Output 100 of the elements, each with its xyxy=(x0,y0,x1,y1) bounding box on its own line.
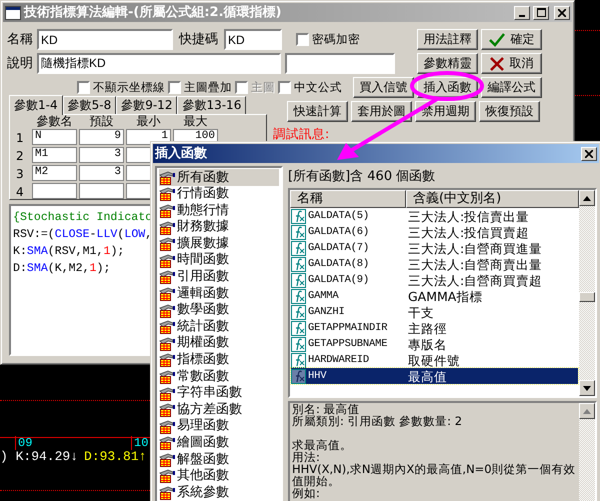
category-item[interactable]: 易理函數 xyxy=(159,418,279,434)
function-row[interactable]: GETAPPMAINDIR 主路徑 xyxy=(291,320,578,336)
function-icon xyxy=(291,304,306,320)
table-icon xyxy=(159,418,176,434)
row-number: 2 xyxy=(16,148,25,163)
category-item[interactable]: 系統參數 xyxy=(159,484,279,501)
maximize-button[interactable] xyxy=(533,6,549,20)
name-field[interactable]: KD xyxy=(37,29,173,50)
category-item[interactable]: 字符串函數 xyxy=(159,384,279,402)
function-icon xyxy=(291,256,306,272)
table-cell[interactable]: 9 xyxy=(79,129,124,145)
table-icon xyxy=(159,485,176,500)
dialog-button[interactable]: 編譯公式 xyxy=(481,77,542,98)
checkbox[interactable]: 主圖疊加 xyxy=(168,80,232,94)
category-item[interactable]: 行情函數 xyxy=(159,186,279,202)
description-line: 求最高值。 xyxy=(292,439,353,451)
checkbox[interactable]: 不顯示坐標線 xyxy=(77,80,165,94)
table-icon xyxy=(159,202,176,218)
description-line: HHV(X,N),求N週期內X的最高值,N=0則從第一個有效值開始。 xyxy=(292,463,577,487)
function-row[interactable]: GALDATA(7) 三大法人:自營商買進量 xyxy=(291,240,578,256)
dialog-button[interactable]: 恢復預設 xyxy=(479,101,540,122)
close-button[interactable] xyxy=(554,6,570,20)
table-icon xyxy=(159,170,176,185)
minimize-button[interactable] xyxy=(514,6,530,20)
table-cell[interactable]: M2 xyxy=(32,165,77,181)
category-item[interactable]: 解盤函數 xyxy=(159,451,279,468)
down-arrow-icon xyxy=(583,386,591,390)
table-icon xyxy=(159,402,176,418)
tab[interactable]: 參數13-16 xyxy=(177,96,246,114)
function-row[interactable]: GALDATA(6) 三大法人:投信買賣超 xyxy=(291,224,578,240)
function-icon xyxy=(291,320,306,336)
table-icon xyxy=(159,220,176,235)
category-item[interactable]: 所有函數 xyxy=(159,169,279,186)
check-icon xyxy=(488,32,504,46)
function-row[interactable]: GANZHI 干支 xyxy=(291,304,578,320)
table-cell[interactable]: N xyxy=(32,129,77,145)
function-row[interactable]: GALDATA(8) 三大法人:自營商賣出量 xyxy=(291,256,578,272)
row-number: 3 xyxy=(16,166,25,181)
dialog-button[interactable]: 買入信號 xyxy=(353,77,414,98)
function-row[interactable]: HARDWAREID 取硬件號 xyxy=(291,352,578,368)
row-number: 1 xyxy=(16,130,25,145)
scroll-up-button[interactable] xyxy=(579,403,595,419)
window-title: 插入函數 xyxy=(155,146,208,162)
close-button[interactable] xyxy=(581,146,597,160)
table-cell[interactable]: 3 xyxy=(79,165,124,181)
table-icon xyxy=(159,286,176,301)
function-icon xyxy=(291,240,306,256)
tab[interactable]: 參數1-4 xyxy=(9,95,63,115)
window-icon xyxy=(5,6,21,20)
shortcut-field[interactable]: KD xyxy=(224,29,282,50)
scroll-down-button[interactable] xyxy=(579,380,595,396)
category-item[interactable]: 協方差函數 xyxy=(159,401,279,418)
checkbox[interactable]: 中文公式 xyxy=(278,80,342,94)
category-item[interactable]: 繪圖函數 xyxy=(159,434,279,452)
scroll-up-button[interactable] xyxy=(579,190,595,206)
function-row[interactable]: GETAPPSUBNAME 專版名 xyxy=(291,336,578,352)
category-item[interactable]: 常數函數 xyxy=(159,368,279,385)
function-icon xyxy=(291,272,306,288)
field-label: 快捷碼 xyxy=(179,32,218,48)
dialog-button[interactable]: 快速計算 xyxy=(287,101,348,122)
function-row[interactable]: GAMMA GAMMA指標 xyxy=(291,288,578,304)
table-cell[interactable]: 3 xyxy=(79,147,124,163)
function-icon xyxy=(291,208,306,224)
time-label: 10 xyxy=(131,436,148,450)
table-icon xyxy=(159,352,176,368)
dialog-button[interactable]: 參數精靈 xyxy=(417,53,478,74)
close-icon xyxy=(585,150,593,158)
field-label: 說明 xyxy=(7,56,34,72)
scroll-thumb[interactable] xyxy=(579,292,595,302)
function-row[interactable]: HHV 最高值 xyxy=(291,368,578,384)
dialog-button[interactable]: 套用於圖 xyxy=(351,101,412,122)
function-row[interactable]: GALDATA(9) 三大法人:自營商買賣超 xyxy=(291,272,578,288)
column-header[interactable]: 名稱 xyxy=(290,190,406,208)
checkbox: 主圖 xyxy=(235,80,275,94)
description-line: 例如: xyxy=(292,487,320,499)
table-icon xyxy=(159,452,176,467)
column-header: 最大 xyxy=(182,115,208,127)
window-title: 技術指標算法編輯-(所屬公式組:2.循環指標) xyxy=(24,4,282,20)
dialog-button[interactable]: 用法註釋 xyxy=(417,29,478,50)
function-row[interactable]: GALDATA(5) 三大法人:投信賣出量 xyxy=(291,208,578,224)
table-icon xyxy=(159,302,176,318)
tab[interactable]: 參數9-12 xyxy=(116,96,178,114)
description-field[interactable]: 隨機指標KD xyxy=(37,53,281,74)
column-header: 最小 xyxy=(136,115,162,127)
dialog-button[interactable]: 確定 xyxy=(481,29,542,50)
table-cell[interactable] xyxy=(32,183,77,199)
minimize-icon xyxy=(519,14,525,16)
debug-label: 調試訊息: xyxy=(273,126,330,141)
checkbox[interactable]: 密碼加密 xyxy=(296,32,360,46)
dialog-button[interactable]: 取消 xyxy=(481,53,542,74)
column-header[interactable]: 含義(中文別名) xyxy=(406,190,579,208)
description-line: 所屬類別: 引用函數 參數數量: 2 xyxy=(292,415,464,427)
function-count-label: [所有函數]含 460 個函數 xyxy=(288,168,436,186)
field-label: 名稱 xyxy=(7,32,34,48)
tab[interactable]: 參數5-8 xyxy=(62,96,116,114)
table-cell[interactable] xyxy=(79,183,124,199)
category-item[interactable]: 其他函數 xyxy=(159,468,279,484)
input-field[interactable] xyxy=(285,53,395,74)
table-cell[interactable]: M1 xyxy=(32,147,77,163)
table-icon xyxy=(159,435,176,450)
